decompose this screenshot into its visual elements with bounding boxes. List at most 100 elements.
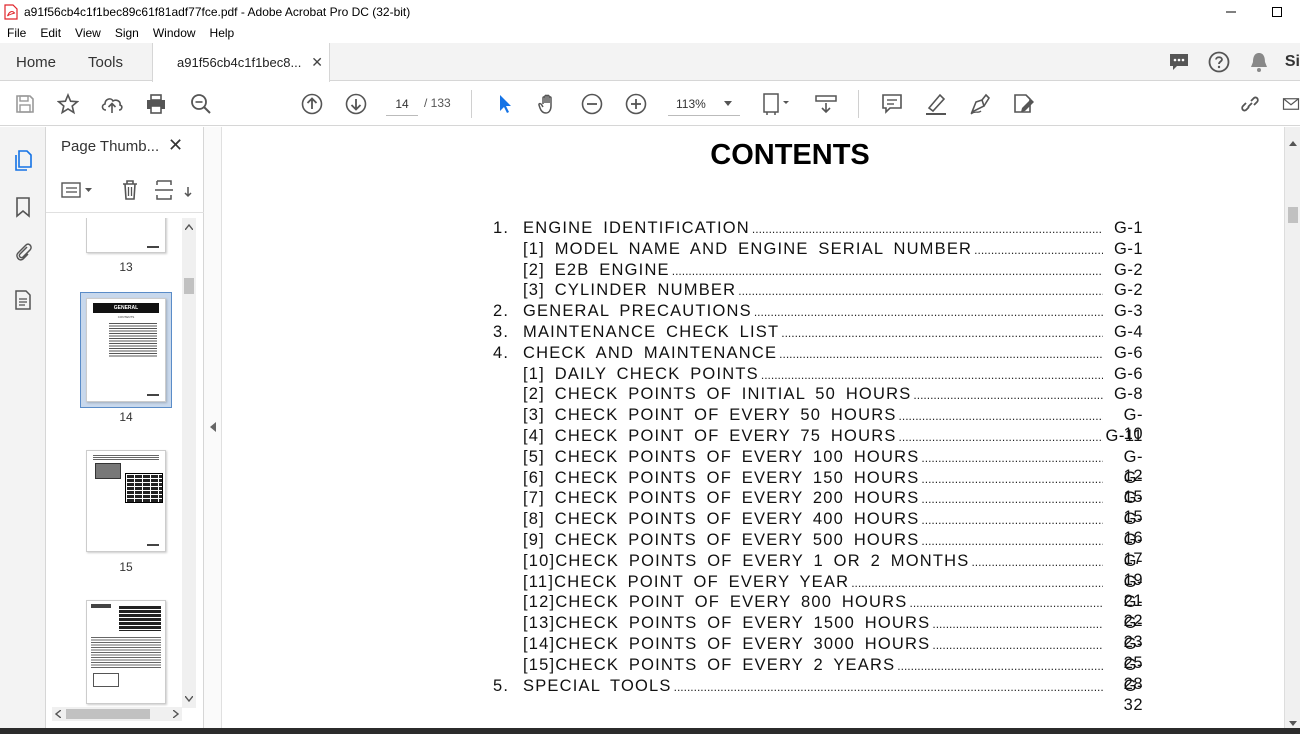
thumbnail-page-14[interactable]: GENERAL CONTENTS xyxy=(86,298,166,402)
toc-entry[interactable]: [4] CHECK POINT OF EVERY 75 HOURS G-11 xyxy=(493,427,1143,448)
add-comment-button[interactable] xyxy=(880,92,904,116)
notification-bell-icon[interactable] xyxy=(1247,50,1271,74)
toc-entry[interactable]: [3] CHECK POINT OF EVERY 50 HOURSG-10 xyxy=(493,406,1143,443)
menu-help[interactable]: Help xyxy=(203,26,242,40)
draw-signature-button[interactable] xyxy=(968,92,992,116)
tab-home[interactable]: Home xyxy=(16,43,56,81)
thumbnail-label-15: 15 xyxy=(119,560,133,574)
close-tab-icon[interactable]: ✕ xyxy=(311,54,323,71)
scroll-up-arrow-icon[interactable] xyxy=(185,224,193,230)
menu-sign[interactable]: Sign xyxy=(108,26,146,40)
extract-pages-button[interactable] xyxy=(153,179,175,201)
toc-entry[interactable]: [1] DAILY CHECK POINTS G-6 xyxy=(493,365,1143,386)
page-fit-button[interactable] xyxy=(760,92,794,116)
menu-file[interactable]: File xyxy=(0,26,33,40)
toc-entry-title: [1] DAILY CHECK POINTS xyxy=(523,364,759,383)
toc-entry[interactable]: [1] MODEL NAME AND ENGINE SERIAL NUMBER G… xyxy=(493,240,1143,261)
toc-entry[interactable]: 3. MAINTENANCE CHECK LIST G-4 xyxy=(493,323,1143,344)
scroll-up-arrow-icon[interactable] xyxy=(1289,141,1297,146)
zoom-out-button[interactable] xyxy=(580,92,604,116)
scroll-down-arrow-icon[interactable] xyxy=(1289,721,1297,726)
scroll-mode-icon xyxy=(815,95,837,114)
thumb-subheader: CONTENTS xyxy=(117,315,135,319)
page-number-input[interactable] xyxy=(386,92,418,116)
select-tool-button[interactable] xyxy=(492,92,516,116)
document-view[interactable]: CONTENTS 1.ENGINE IDENTIFICATIONG-1[1] M… xyxy=(222,127,1284,734)
toc-entry[interactable]: [11]CHECK POINT OF EVERY YEARG-21 xyxy=(493,573,1143,610)
find-zoom-button[interactable] xyxy=(189,92,213,116)
scrollbar-thumb[interactable] xyxy=(1288,207,1298,223)
next-page-button[interactable] xyxy=(344,92,368,116)
thumbnail-vertical-scrollbar[interactable] xyxy=(182,218,196,708)
toc-entry[interactable]: [14]CHECK POINTS OF EVERY 3000 HOURSG-25 xyxy=(493,635,1143,672)
page-thumbnails-button[interactable] xyxy=(11,148,35,172)
toc-entry[interactable]: [7] CHECK POINTS OF EVERY 200 HOURSG-15 xyxy=(493,489,1143,526)
delete-pages-button[interactable] xyxy=(119,179,141,201)
highlight-button[interactable] xyxy=(924,92,948,116)
fill-sign-button[interactable] xyxy=(1012,92,1036,116)
menu-edit[interactable]: Edit xyxy=(33,26,68,40)
thumbnail-page-16[interactable] xyxy=(86,600,166,704)
maximize-button[interactable] xyxy=(1254,0,1300,23)
thumbnail-options-button[interactable] xyxy=(60,179,96,201)
toc-entry-title: [15]CHECK POINTS OF EVERY 2 YEARS xyxy=(523,655,896,674)
hand-tool-button[interactable] xyxy=(536,92,560,116)
panel-collapse-handle[interactable] xyxy=(204,127,222,734)
scroll-down-arrow-icon[interactable] xyxy=(185,696,193,702)
toc-entry[interactable]: [2] E2B ENGINE G-2 xyxy=(493,261,1143,282)
tab-tools[interactable]: Tools xyxy=(88,43,123,81)
thumbnail-page-15[interactable] xyxy=(86,450,166,552)
bookmarks-button[interactable] xyxy=(11,195,35,219)
menu-view[interactable]: View xyxy=(68,26,108,40)
save-button[interactable] xyxy=(13,92,37,116)
toc-entry[interactable]: 5. SPECIAL TOOLS G-32 xyxy=(493,677,1143,714)
toc-entry[interactable]: [3] CYLINDER NUMBER G-2 xyxy=(493,281,1143,302)
document-properties-button[interactable] xyxy=(11,288,35,312)
help-icon[interactable] xyxy=(1207,50,1231,74)
toc-entry[interactable]: [8] CHECK POINTS OF EVERY 400 HOURSG-16 xyxy=(493,510,1143,547)
scrollbar-thumb[interactable] xyxy=(184,278,194,294)
scrollbar-thumb[interactable] xyxy=(66,709,150,719)
toc-entry[interactable]: 2. GENERAL PRECAUTIONS G-3 xyxy=(493,302,1143,323)
bookmark-star-button[interactable] xyxy=(56,92,80,116)
menu-window[interactable]: Window xyxy=(146,26,203,40)
zoom-level-dropdown[interactable]: 113% xyxy=(668,92,740,116)
tab-document[interactable]: a91f56cb4c1f1bec8... ✕ xyxy=(152,43,330,82)
more-tools-button[interactable] xyxy=(182,179,196,201)
sign-in-link[interactable]: Si xyxy=(1285,53,1300,71)
comment-chat-icon[interactable] xyxy=(1167,50,1191,74)
thumbnail-page-13[interactable] xyxy=(86,218,166,253)
upload-cloud-button[interactable] xyxy=(100,92,124,116)
toc-entry[interactable]: [6] CHECK POINTS OF EVERY 150 HOURSG-15 xyxy=(493,469,1143,506)
share-link-button[interactable] xyxy=(1238,92,1262,116)
toc-entry[interactable]: [5] CHECK POINTS OF EVERY 100 HOURSG-12 xyxy=(493,448,1143,485)
toc-dot-leader xyxy=(779,344,1103,363)
previous-page-button[interactable] xyxy=(300,92,324,116)
toc-dot-leader xyxy=(910,593,1104,612)
email-button[interactable] xyxy=(1282,92,1300,116)
toc-entry[interactable]: [10]CHECK POINTS OF EVERY 1 OR 2 MONTHSG… xyxy=(493,552,1143,589)
toc-entry[interactable]: 1. ENGINE IDENTIFICATION G-1 xyxy=(493,219,1143,240)
toc-dot-leader xyxy=(921,489,1103,508)
toc-entry[interactable]: [2] CHECK POINTS OF INITIAL 50 HOURS G-8 xyxy=(493,385,1143,406)
toc-entry[interactable]: [12]CHECK POINT OF EVERY 800 HOURSG-22 xyxy=(493,593,1143,630)
close-panel-icon[interactable]: ✕ xyxy=(168,135,183,156)
document-vertical-scrollbar[interactable] xyxy=(1284,127,1300,734)
toc-dot-leader xyxy=(781,323,1103,342)
thumbnail-horizontal-scrollbar[interactable] xyxy=(52,707,182,721)
toc-entry[interactable]: [9] CHECK POINTS OF EVERY 500 HOURSG-17 xyxy=(493,531,1143,568)
toc-entry[interactable]: [13]CHECK POINTS OF EVERY 1500 HOURSG-23 xyxy=(493,614,1143,651)
thumbnail-label-13: 13 xyxy=(119,260,133,274)
minimize-button[interactable] xyxy=(1208,0,1254,23)
attachments-button[interactable] xyxy=(11,240,35,264)
thumbnail-toolbar xyxy=(46,167,204,213)
scroll-mode-button[interactable] xyxy=(814,92,838,116)
zoom-in-button[interactable] xyxy=(624,92,648,116)
toc-entry[interactable]: [15]CHECK POINTS OF EVERY 2 YEARSG-28 xyxy=(493,655,1143,693)
toc-entry[interactable]: 4. CHECK AND MAINTENANCE G-6 xyxy=(493,344,1143,365)
scroll-right-arrow-icon[interactable] xyxy=(173,710,179,718)
print-button[interactable] xyxy=(144,92,168,116)
thumbnail-list: 13 GENERAL CONTENTS 14 15 xyxy=(46,218,180,708)
scroll-left-arrow-icon[interactable] xyxy=(55,710,61,718)
toc-dot-leader xyxy=(974,240,1103,259)
